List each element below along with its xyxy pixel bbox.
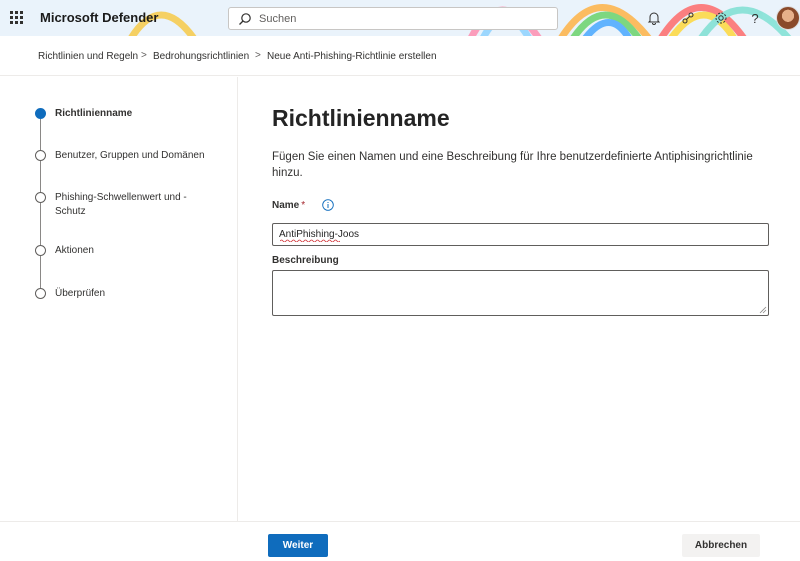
- step-connector: [40, 256, 41, 288]
- step-label-phishing-threshold[interactable]: Phishing-Schwellenwert und - Schutz: [55, 191, 187, 219]
- breadcrumb-separator: >: [255, 50, 261, 61]
- search-box[interactable]: [228, 7, 558, 30]
- step-indicator: [35, 245, 46, 256]
- info-icon[interactable]: [322, 199, 334, 211]
- name-field-label: Name *: [272, 200, 305, 211]
- breadcrumb-item-current: Neue Anti-Phishing-Richtlinie erstellen: [267, 51, 437, 62]
- svg-text:?: ?: [751, 11, 758, 26]
- step-indicator: [35, 192, 46, 203]
- description-textarea[interactable]: [272, 270, 769, 316]
- breadcrumb: Richtlinien und Regeln > Bedrohungsricht…: [0, 36, 800, 76]
- bell-icon[interactable]: [646, 10, 662, 26]
- search-input[interactable]: [259, 11, 549, 27]
- avatar[interactable]: [776, 6, 800, 30]
- name-label-text: Name: [272, 200, 300, 211]
- connect-icon[interactable]: [680, 10, 696, 26]
- wizard-footer: Weiter Abbrechen: [0, 521, 800, 561]
- step-indicator-active: [35, 108, 46, 119]
- cancel-button[interactable]: Abbrechen: [682, 534, 760, 557]
- step-label-users-groups-domains[interactable]: Benutzer, Gruppen und Domänen: [55, 149, 205, 163]
- step-indicator: [35, 288, 46, 299]
- app-title[interactable]: Microsoft Defender: [40, 10, 158, 25]
- next-button[interactable]: Weiter: [268, 534, 328, 557]
- step-connector: [40, 119, 41, 151]
- step-label-line: Phishing-Schwellenwert und -: [55, 192, 187, 203]
- name-input[interactable]: [272, 223, 769, 246]
- page-title: Richtlinienname: [272, 105, 450, 131]
- gear-icon[interactable]: [713, 10, 729, 26]
- wizard-stepper: Richtlinienname Benutzer, Gruppen und Do…: [0, 77, 238, 521]
- top-bar: Microsoft Defender ?: [0, 0, 800, 36]
- step-connector: [40, 161, 41, 193]
- step-indicator: [35, 150, 46, 161]
- step-label-policy-name[interactable]: Richtlinienname: [55, 107, 132, 121]
- step-label-review[interactable]: Überprüfen: [55, 287, 105, 301]
- search-icon: [239, 13, 251, 25]
- breadcrumb-item-threat-policies[interactable]: Bedrohungsrichtlinien: [153, 51, 249, 62]
- breadcrumb-separator: >: [141, 50, 147, 61]
- resize-grip-icon[interactable]: [759, 306, 767, 314]
- breadcrumb-item-policies-rules[interactable]: Richtlinien und Regeln: [38, 51, 138, 62]
- step-label-actions[interactable]: Aktionen: [55, 244, 94, 258]
- page-description: Fügen Sie einen Namen und eine Beschreib…: [272, 151, 753, 179]
- required-marker: *: [301, 200, 306, 211]
- spellcheck-underline: [280, 239, 340, 242]
- help-icon[interactable]: ?: [747, 10, 763, 26]
- step-label-line: Schutz: [55, 206, 86, 217]
- waffle-icon[interactable]: [9, 10, 25, 26]
- description-field-label: Beschreibung: [272, 255, 339, 266]
- step-connector: [40, 203, 41, 245]
